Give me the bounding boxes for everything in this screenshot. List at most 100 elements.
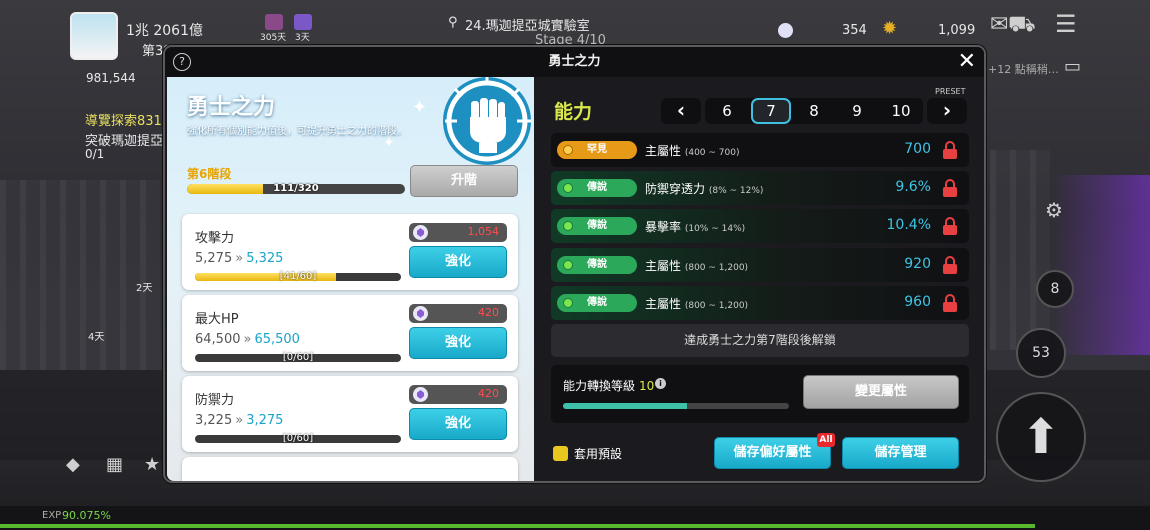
panel-title: 勇士之力 <box>187 95 276 120</box>
quest-progress: 0/1 <box>85 147 105 161</box>
stat-card-defense: 防禦力 3,225» 3,275 [0/60] 420 強化 <box>182 376 518 452</box>
stage-label: 第6階段 <box>187 167 232 181</box>
info-icon[interactable]: i <box>655 378 666 389</box>
quest-title[interactable]: 導覽探索831 <box>85 110 162 129</box>
warrior-power-dialog: 勇士之力 ? ✕ ✦ ✦ 勇士之力 強化所有個別能力值後，可提升勇士之力的階段。… <box>163 45 986 483</box>
lock-icon[interactable] <box>943 217 957 235</box>
grade-badge: 傳說 <box>557 217 637 235</box>
transfer-level-label: 能力轉換等級 10 <box>563 377 654 394</box>
ability-row[interactable]: 傳說 主屬性 (800 ~ 1,200) 960 <box>551 286 969 320</box>
save-manage-button[interactable]: 儲存管理 <box>842 437 959 469</box>
left-panel: ✦ ✦ 勇士之力 強化所有個別能力值後，可提升勇士之力的階段。 第6階段 111… <box>167 77 534 481</box>
skill-button-53[interactable]: 53 <box>1016 328 1066 378</box>
change-attribute-button[interactable]: 變更屬性 <box>803 375 959 409</box>
preset-tab-10[interactable]: 10 <box>881 98 921 124</box>
grade-label: 傳說 <box>587 297 607 308</box>
sparkle-icon-small: ✦ <box>383 135 395 151</box>
stat-progress-text: [41/60] <box>279 271 317 282</box>
all-badge: All <box>817 433 835 447</box>
gem-icon <box>413 306 428 321</box>
sparkle-icon: ✦ <box>412 97 428 118</box>
stat-values: 3,225» 3,275 <box>195 413 283 428</box>
purple-glow <box>1050 175 1150 355</box>
right-notice: +12 點稱稍… <box>988 63 1059 76</box>
stat-next: 65,500 <box>254 332 300 347</box>
grade-label: 傳說 <box>587 182 607 193</box>
enhance-button[interactable]: 強化 <box>409 246 507 278</box>
grade-badge: 傳說 <box>557 179 637 197</box>
save-favorite-button[interactable]: 儲存偏好屬性 <box>714 437 831 469</box>
stat-current: 64,500 <box>195 332 241 347</box>
ability-transfer-box: 能力轉換等級 10 i 變更屬性 <box>551 365 969 423</box>
gold-count: 1,099 <box>938 23 976 38</box>
avatar[interactable] <box>70 12 118 60</box>
preset-tab-7-selected[interactable]: 7 <box>751 98 791 124</box>
gem-count: 354 <box>842 23 867 38</box>
grade-label: 傳說 <box>587 220 607 231</box>
skill-button-8[interactable]: 8 <box>1036 270 1074 308</box>
settings-gear-icon[interactable]: ⚙ <box>1045 200 1063 220</box>
skill-button-8-label: 8 <box>1050 281 1060 297</box>
ability-name-text: 暴擊率 <box>645 220 682 234</box>
ability-name-text: 主屬性 <box>645 297 682 311</box>
grade-dot-icon <box>563 145 573 155</box>
ability-range: (10% ~ 14%) <box>684 224 746 234</box>
transfer-level-value: 10 <box>639 379 655 393</box>
cost-pill: 1,054 <box>409 223 507 242</box>
help-icon[interactable]: ? <box>173 53 191 71</box>
cost-value: 420 <box>478 387 499 400</box>
panel-description: 強化所有個別能力值後，可提升勇士之力的階段。 <box>187 126 407 137</box>
enhance-button[interactable]: 強化 <box>409 408 507 440</box>
apply-preset-checkbox[interactable] <box>553 446 568 461</box>
stat-progress-text: [0/60] <box>282 433 314 444</box>
stat-current: 3,225 <box>195 413 233 428</box>
buff-icon-2[interactable] <box>294 14 312 30</box>
lock-icon[interactable] <box>943 179 957 197</box>
ability-range: (400 ~ 700) <box>684 148 740 158</box>
grade-label: 傳說 <box>587 259 607 270</box>
ability-name-text: 主屬性 <box>645 144 682 158</box>
ability-row[interactable]: 罕見 主屬性 (400 ~ 700) 700 <box>551 133 969 167</box>
ability-range: (800 ~ 1,200) <box>684 263 749 273</box>
apply-preset-label[interactable]: 套用預設 <box>574 445 622 462</box>
buff-icon-1[interactable] <box>265 14 283 30</box>
ability-row[interactable]: 傳說 防禦穿透力 (8% ~ 12%) 9.6% <box>551 171 969 205</box>
ability-row[interactable]: 傳說 主屬性 (800 ~ 1,200) 920 <box>551 248 969 282</box>
close-icon[interactable]: ✕ <box>958 49 976 75</box>
cost-pill: 420 <box>409 304 507 323</box>
stat-next: 3,275 <box>246 413 284 428</box>
pet-icon[interactable]: ◆ <box>66 456 80 474</box>
preset-next-icon[interactable]: › <box>927 98 967 124</box>
preset-tab-9[interactable]: 9 <box>837 98 877 124</box>
lock-icon[interactable] <box>943 141 957 159</box>
chat-icon[interactable]: ▭ <box>1064 58 1081 76</box>
upgrade-stage-button[interactable]: 升階 <box>410 165 518 197</box>
preset-prev-icon[interactable]: ‹ <box>661 98 701 124</box>
lock-icon[interactable] <box>943 256 957 274</box>
player-stat: 1兆 2061億 <box>126 23 203 39</box>
grid-icon[interactable]: ▦ <box>106 456 123 474</box>
transfer-progress-fill <box>563 403 688 409</box>
grade-dot-icon <box>563 221 573 231</box>
ability-value: 10.4% <box>886 217 931 233</box>
gem-icon <box>778 23 793 38</box>
stat-card-partial <box>182 457 518 481</box>
ability-value: 920 <box>904 256 931 272</box>
preset-tab-8[interactable]: 8 <box>794 98 834 124</box>
ability-row[interactable]: 傳說 暴擊率 (10% ~ 14%) 10.4% <box>551 209 969 243</box>
menu-icon[interactable]: ☰ <box>1055 12 1077 36</box>
star-icon[interactable]: ★ <box>144 456 160 474</box>
stat-progress-text: [0/60] <box>282 352 314 363</box>
preset-tab-6[interactable]: 6 <box>707 98 747 124</box>
cart-icon[interactable]: ⛟ <box>1008 14 1036 36</box>
jump-arrow-icon[interactable]: ⬆ <box>996 392 1086 482</box>
scaffold-right <box>990 150 1050 350</box>
stat-name: 防禦力 <box>195 393 235 408</box>
enhance-button[interactable]: 強化 <box>409 327 507 359</box>
locked-slot-notice: 達成勇士之力第7階段後解鎖 <box>551 324 969 357</box>
lock-icon[interactable] <box>943 294 957 312</box>
mail-icon[interactable]: ✉ <box>990 14 1008 36</box>
location-name[interactable]: 24.瑪迦提亞城實驗室 <box>465 15 590 34</box>
stat-name: 最大HP <box>195 312 239 327</box>
grade-badge: 傳說 <box>557 294 637 312</box>
